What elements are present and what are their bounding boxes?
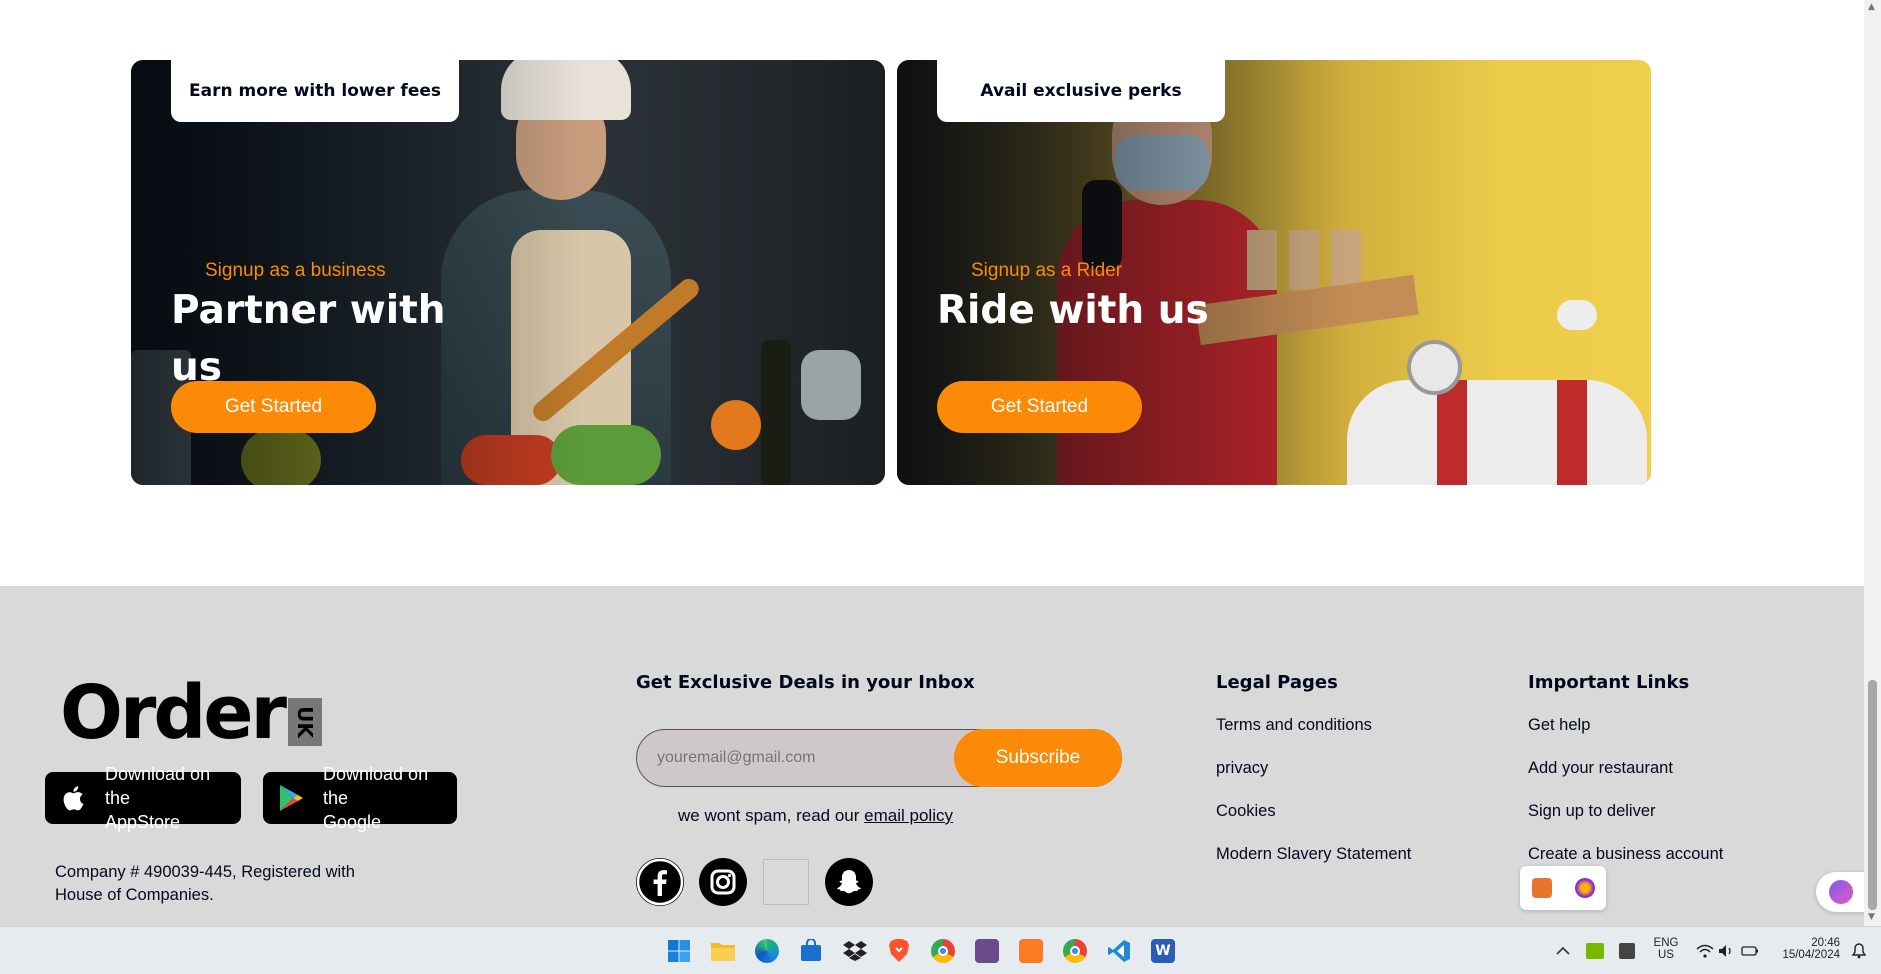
google-line1: Download on the — [323, 764, 429, 808]
google-line2: Google — [323, 812, 382, 832]
important-link-get-help[interactable]: Get help — [1528, 716, 1590, 735]
facebook-icon[interactable] — [636, 858, 684, 906]
assistant-bubble-icon[interactable] — [1816, 872, 1864, 912]
store-icon[interactable] — [796, 936, 826, 966]
page-scrollbar[interactable]: ▲ ▼ — [1864, 0, 1881, 926]
brain-icon — [1829, 880, 1853, 904]
windows-start-icon[interactable] — [664, 936, 694, 966]
instagram-icon[interactable] — [699, 858, 747, 906]
google-label: Download on the Google — [315, 762, 455, 834]
clock-time: 20:46 — [1811, 937, 1840, 949]
chrome-profile-icon[interactable] — [1060, 936, 1090, 966]
language-line2: US — [1658, 949, 1674, 961]
partner-get-started-button[interactable]: Get Started — [171, 381, 376, 433]
broken-image-icon[interactable] — [763, 859, 809, 905]
card-subtitle: Signup as a business — [205, 260, 386, 281]
scroll-thumb[interactable] — [1868, 680, 1877, 910]
important-link-add-restaurant[interactable]: Add your restaurant — [1528, 759, 1673, 778]
clock[interactable]: 20:46 15/04/2024 — [1770, 937, 1840, 961]
important-link-sign-up-deliver[interactable]: Sign up to deliver — [1528, 802, 1656, 821]
newsletter-title: Get Exclusive Deals in your Inbox — [636, 672, 975, 693]
scroll-up-icon[interactable]: ▲ — [1868, 2, 1875, 12]
scooter-illustration — [1347, 380, 1647, 485]
partner-card: Earn more with lower fees Signup as a bu… — [131, 60, 885, 485]
notification-bell-icon[interactable] — [1848, 936, 1870, 966]
important-link-create-business[interactable]: Create a business account — [1528, 845, 1723, 864]
footer: Order UK Download on the AppStore Downlo… — [0, 586, 1864, 926]
extension-popup — [1520, 866, 1606, 910]
google-play-icon — [267, 774, 315, 822]
appstore-label: Download on the AppStore — [97, 762, 237, 834]
subscribe-button[interactable]: Subscribe — [954, 729, 1122, 787]
browser-viewport: Earn more with lower fees Signup as a bu… — [0, 0, 1864, 926]
word-icon[interactable]: W — [1148, 936, 1178, 966]
clock-date: 15/04/2024 — [1782, 949, 1840, 961]
windows-taskbar: W ENG US 20:46 15/04/2024 — [0, 926, 1881, 974]
card-title: Partner with us — [171, 288, 446, 390]
scroll-down-icon[interactable]: ▼ — [1868, 912, 1875, 922]
battery-icon[interactable] — [1735, 936, 1765, 966]
edge-icon[interactable] — [752, 936, 782, 966]
appstore-line2: AppStore — [105, 812, 181, 832]
card-title: Ride with us — [937, 288, 1209, 333]
rider-get-started-button[interactable]: Get Started — [937, 381, 1142, 433]
scooter-mirror-illustration — [1557, 300, 1597, 330]
bottle-illustration — [761, 340, 791, 485]
legal-link-cookies[interactable]: Cookies — [1216, 802, 1276, 821]
email-input[interactable] — [657, 745, 957, 771]
apple-icon — [49, 774, 97, 822]
legal-link-terms[interactable]: Terms and conditions — [1216, 716, 1372, 735]
vscode-icon[interactable] — [1104, 936, 1134, 966]
dropbox-icon[interactable] — [840, 936, 870, 966]
file-explorer-icon[interactable] — [708, 936, 738, 966]
pumpkin-illustration — [711, 400, 761, 450]
card-tag: Avail exclusive perks — [937, 60, 1225, 122]
appstore-line1: Download on the — [105, 764, 211, 808]
app-icon[interactable] — [972, 936, 1002, 966]
card-subtitle: Signup as a Rider — [971, 260, 1123, 281]
kettle-illustration — [801, 350, 861, 420]
legal-link-modern-slavery[interactable]: Modern Slavery Statement — [1216, 845, 1411, 864]
company-info: Company # 490039-445, Registered with Ho… — [55, 863, 355, 904]
snapchat-icon[interactable] — [825, 858, 873, 906]
chevron-up-icon[interactable] — [1548, 936, 1578, 966]
order-uk-logo[interactable]: Order UK — [60, 670, 323, 756]
appstore-download-button[interactable]: Download on the AppStore — [45, 764, 241, 832]
xampp-extension-icon[interactable] — [1531, 878, 1552, 898]
email-policy-link[interactable]: email policy — [864, 806, 953, 825]
no-spam-text: we wont spam, read our — [678, 806, 860, 825]
xampp-icon[interactable] — [1016, 936, 1046, 966]
important-links-title: Important Links — [1528, 672, 1690, 693]
rider-card: Avail exclusive perks Signup as a Rider … — [897, 60, 1651, 485]
logo-badge-text: UK — [293, 706, 318, 738]
logo-text: Order — [60, 670, 287, 756]
language-line1: ENG — [1653, 937, 1679, 949]
legal-link-privacy[interactable]: privacy — [1216, 759, 1268, 778]
firefox-extension-icon[interactable] — [1574, 878, 1595, 898]
language-indicator[interactable]: ENG US — [1646, 937, 1686, 961]
chrome-icon[interactable] — [928, 936, 958, 966]
logo-badge: UK — [288, 698, 323, 746]
no-spam-note: we wont spam, read our email policy — [678, 806, 953, 826]
nvidia-icon[interactable] — [1580, 936, 1610, 966]
google-play-download-button[interactable]: Download on the Google — [263, 764, 457, 832]
brave-icon[interactable] — [884, 936, 914, 966]
card-tag: Earn more with lower fees — [171, 60, 459, 122]
tray-app-icon[interactable] — [1612, 936, 1642, 966]
legal-pages-title: Legal Pages — [1216, 672, 1338, 693]
scooter-headlamp-illustration — [1407, 340, 1462, 395]
